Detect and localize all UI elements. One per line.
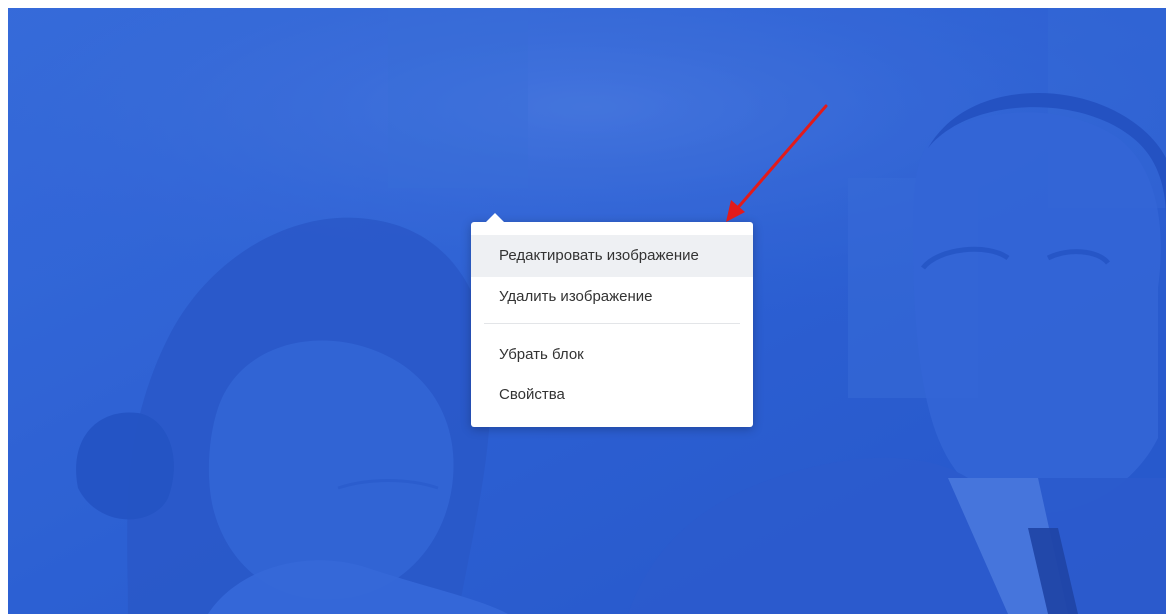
page-frame: Редактировать изображение Удалить изобра…	[0, 0, 1166, 614]
menu-item-edit-image[interactable]: Редактировать изображение	[471, 235, 753, 277]
menu-item-delete-image[interactable]: Удалить изображение	[471, 276, 753, 318]
context-menu: Редактировать изображение Удалить изобра…	[471, 213, 753, 427]
menu-caret-icon	[486, 213, 504, 222]
menu-divider	[484, 323, 740, 324]
menu-item-properties[interactable]: Свойства	[471, 374, 753, 416]
menu-item-remove-block[interactable]: Убрать блок	[471, 334, 753, 376]
